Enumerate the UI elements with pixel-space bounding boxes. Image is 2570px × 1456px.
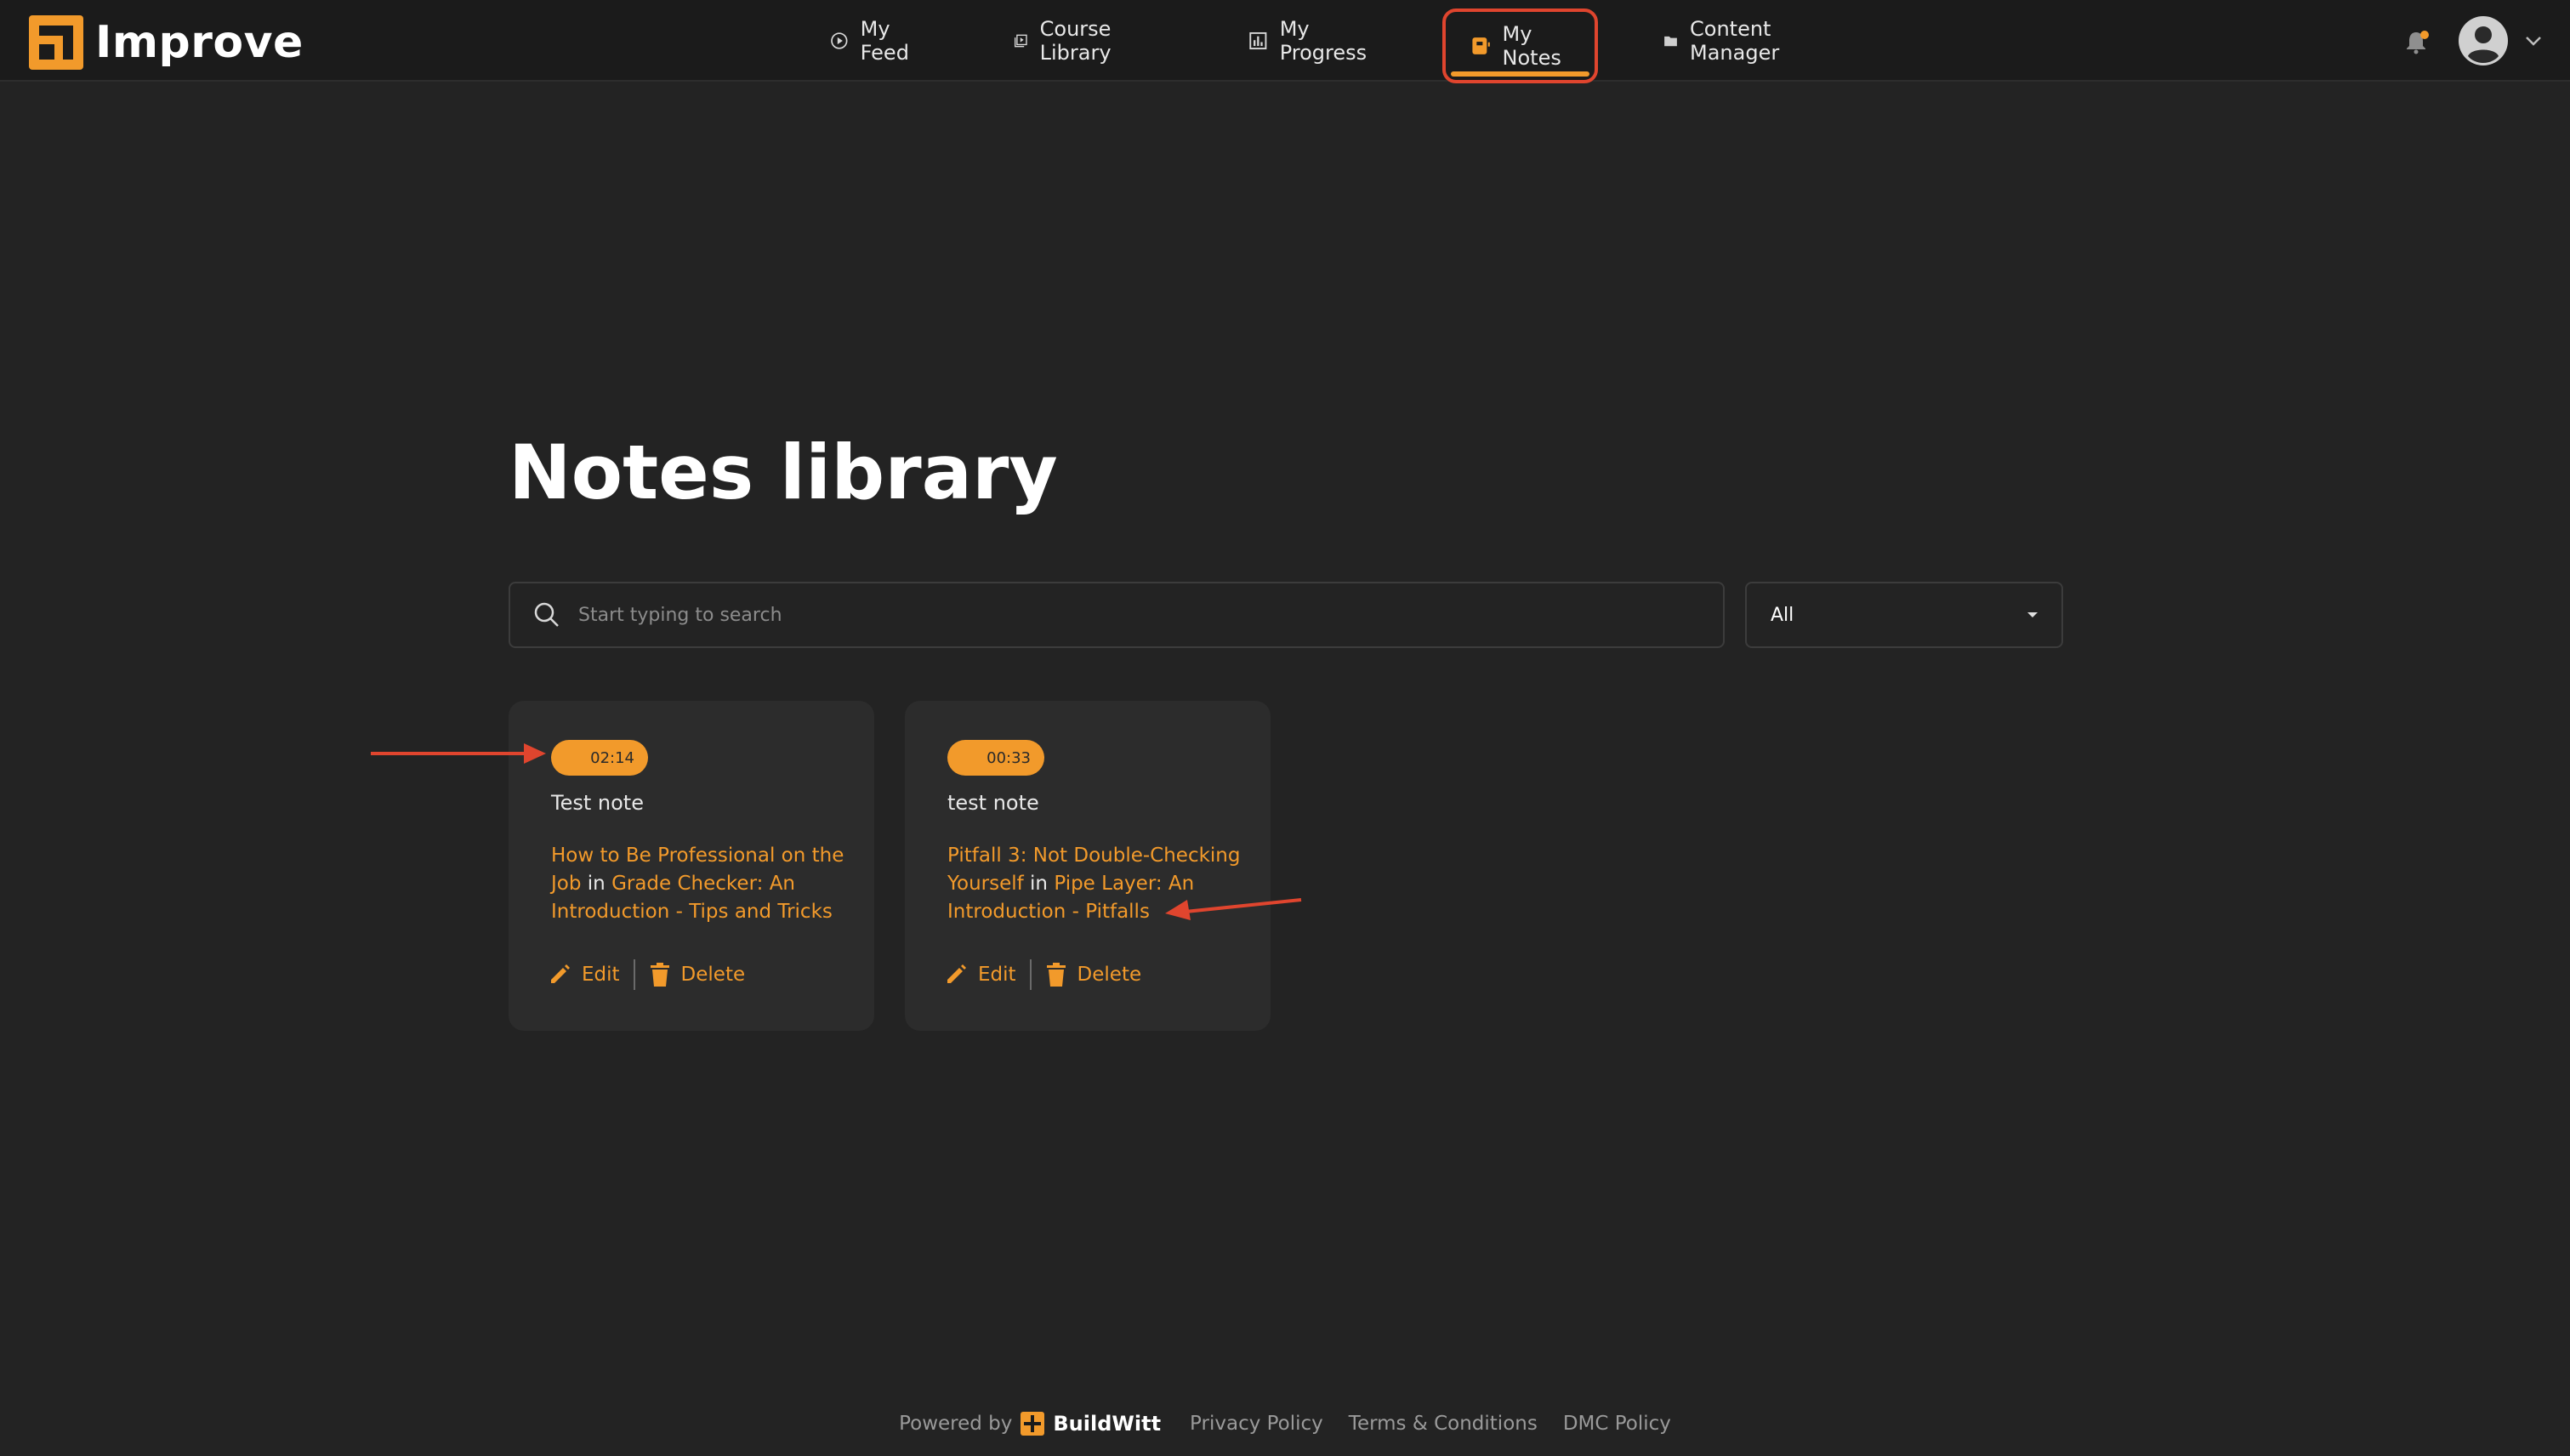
app-name: Improve <box>95 17 304 68</box>
note-card: 00:33 test note Pitfall 3: Not Double-Ch… <box>905 701 1271 1031</box>
buildwitt-brand: BuildWitt <box>1053 1412 1162 1436</box>
edit-button[interactable]: Edit <box>944 963 1016 987</box>
play-circle-icon <box>831 32 848 49</box>
chevron-down-icon <box>2526 37 2541 46</box>
buildwitt-logo-icon <box>1021 1412 1045 1436</box>
nav-label: My Feed <box>860 17 909 65</box>
video-library-icon <box>1014 34 1027 48</box>
footer: Powered by BuildWitt Privacy Policy Term… <box>0 1405 2570 1442</box>
search-input[interactable] <box>577 603 1682 627</box>
edit-button[interactable]: Edit <box>548 963 620 987</box>
terms-link[interactable]: Terms & Conditions <box>1349 1413 1538 1435</box>
dmc-policy-link[interactable]: DMC Policy <box>1563 1413 1671 1435</box>
app-logo[interactable]: Improve <box>29 15 304 70</box>
user-avatar-icon <box>2459 16 2508 65</box>
nav-my-notes[interactable]: My Notes <box>1442 9 1599 83</box>
powered-by: Powered by BuildWitt <box>899 1412 1161 1436</box>
note-timestamp-button[interactable]: 00:33 <box>947 740 1044 776</box>
delete-button[interactable]: Delete <box>649 962 746 987</box>
note-filter-select[interactable]: All <box>1745 582 2063 648</box>
improve-logo-icon <box>29 15 83 70</box>
active-tab-indicator <box>1451 71 1590 77</box>
search-icon <box>534 602 559 627</box>
filter-selected-value: All <box>1771 604 1794 626</box>
nav-label: My Progress <box>1279 17 1367 65</box>
note-actions: Edit Delete <box>944 956 1141 993</box>
note-timestamp-button[interactable]: 02:14 <box>551 740 648 776</box>
nav-course-library[interactable]: Course Library <box>1014 0 1123 82</box>
nav-my-progress[interactable]: My Progress <box>1248 0 1373 82</box>
note-title: Test note <box>551 791 644 815</box>
note-card: 02:14 Test note How to Be Professional o… <box>509 701 874 1031</box>
top-navigation-bar: Improve My Feed Course Library My Progre… <box>0 0 2570 83</box>
search-box[interactable] <box>509 582 1725 648</box>
privacy-policy-link[interactable]: Privacy Policy <box>1190 1413 1323 1435</box>
notifications-button[interactable] <box>2403 29 2429 54</box>
note-reference: How to Be Professional on the Job in Gra… <box>551 842 849 926</box>
folder-icon <box>1664 36 1677 47</box>
timestamp-label: 00:33 <box>986 748 1031 767</box>
user-avatar-button[interactable] <box>2458 15 2509 66</box>
nav-label: My Notes <box>1502 22 1561 70</box>
nav-my-feed[interactable]: My Feed <box>830 0 918 82</box>
notes-icon <box>1472 37 1490 54</box>
delete-button[interactable]: Delete <box>1045 962 1142 987</box>
delete-label: Delete <box>680 964 746 986</box>
annotation-arrow-right <box>371 743 546 764</box>
page-title: Notes library <box>509 429 1058 516</box>
in-label: in <box>1030 873 1049 895</box>
delete-label: Delete <box>1077 964 1142 986</box>
pencil-icon <box>551 964 570 983</box>
action-divider <box>1029 959 1032 990</box>
nav-label: Content Manager <box>1690 17 1780 65</box>
account-menu-toggle[interactable] <box>2524 34 2543 50</box>
edit-label: Edit <box>582 964 620 986</box>
action-divider <box>633 959 635 990</box>
nav-label: Course Library <box>1039 17 1112 65</box>
in-label: in <box>587 873 606 895</box>
note-actions: Edit Delete <box>548 956 745 993</box>
nav-content-manager[interactable]: Content Manager <box>1663 0 1790 82</box>
bar-chart-icon <box>1249 31 1267 50</box>
timestamp-label: 02:14 <box>590 748 634 767</box>
annotation-arrow-left <box>1165 898 1302 920</box>
trash-icon <box>1046 963 1066 987</box>
pencil-icon <box>947 964 966 983</box>
caret-down-icon <box>2027 612 2038 617</box>
trash-icon <box>650 963 669 987</box>
notification-dot <box>2420 31 2429 39</box>
edit-label: Edit <box>978 964 1016 986</box>
note-title: test note <box>947 791 1039 815</box>
powered-by-label: Powered by <box>899 1413 1013 1435</box>
